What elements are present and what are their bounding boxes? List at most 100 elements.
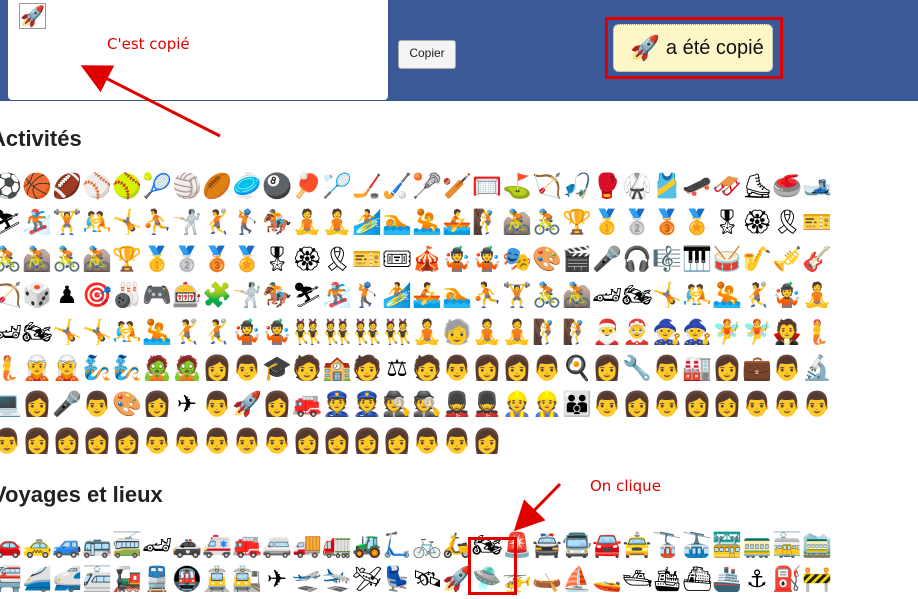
emoji-button[interactable]: 💂 [472, 389, 502, 419]
emoji-button[interactable]: 🎫 [352, 244, 382, 274]
emoji-button[interactable]: 🕵 [382, 389, 412, 419]
emoji-button[interactable]: 🤹 [772, 280, 802, 310]
emoji-button[interactable]: 👩 [22, 389, 52, 419]
emoji-button[interactable]: 🚣 [412, 280, 442, 310]
emoji-button[interactable]: 👨 [232, 353, 262, 383]
emoji-button[interactable]: 🚖 [622, 530, 652, 560]
emoji-button[interactable]: 👨 [772, 389, 802, 419]
emoji-button[interactable]: 👨 [532, 353, 562, 383]
emoji-button[interactable]: 👨 [202, 426, 232, 456]
emoji-button[interactable]: 🧟 [172, 353, 202, 383]
emoji-button[interactable]: 👨 [592, 389, 622, 419]
emoji-button[interactable]: 🎖 [712, 207, 742, 237]
emoji-button[interactable]: 🤾 [172, 317, 202, 347]
emoji-button[interactable]: 🛩 [352, 564, 382, 594]
emoji-button[interactable]: 🏄 [352, 207, 382, 237]
emoji-button[interactable]: 🎽 [652, 171, 682, 201]
emoji-button[interactable]: 👩 [472, 426, 502, 456]
emoji-button[interactable]: 👩 [292, 426, 322, 456]
emoji-button[interactable]: 🤹 [262, 317, 292, 347]
emoji-button[interactable]: 🚈 [82, 564, 112, 594]
emoji-button[interactable]: 🏀 [22, 171, 52, 201]
emoji-button[interactable]: 🏌 [232, 207, 262, 237]
emoji-button[interactable]: 🤼 [682, 280, 712, 310]
emoji-button[interactable]: 🏂 [322, 280, 352, 310]
emoji-button[interactable]: 👩 [262, 389, 292, 419]
emoji-button[interactable]: 🤽 [412, 207, 442, 237]
emoji-button[interactable]: 🔧 [622, 353, 652, 383]
emoji-button[interactable]: 🧘 [412, 317, 442, 347]
emoji-button[interactable]: 🚗 [0, 530, 22, 560]
emoji-button[interactable]: 💼 [742, 353, 772, 383]
emoji-button[interactable]: 🎣 [562, 171, 592, 201]
emoji-button[interactable]: 👨 [232, 426, 262, 456]
emoji-button[interactable]: 🚋 [772, 530, 802, 560]
emoji-button[interactable]: 🚵 [502, 207, 532, 237]
emoji-button[interactable]: 🧟 [142, 353, 172, 383]
emoji-button[interactable]: 🚴 [532, 207, 562, 237]
emoji-button[interactable]: 👩 [142, 389, 172, 419]
emoji-button[interactable]: 🚀 [232, 389, 262, 419]
emoji-button[interactable]: 👨 [772, 353, 802, 383]
emoji-button[interactable]: 🏋 [52, 207, 82, 237]
emoji-button[interactable]: 👩 [472, 353, 502, 383]
emoji-button[interactable]: 💻 [0, 389, 22, 419]
emoji-button[interactable]: ⛷ [292, 280, 322, 310]
emoji-button[interactable]: 🏵 [742, 207, 772, 237]
emoji-button[interactable]: 🚅 [52, 564, 82, 594]
emoji-button[interactable]: 🚒 [232, 530, 262, 560]
emoji-button[interactable]: 👩 [22, 426, 52, 456]
emoji-button[interactable]: 🚇 [172, 564, 202, 594]
emoji-button[interactable]: 🤸 [82, 317, 112, 347]
emoji-button[interactable]: 🎤 [592, 244, 622, 274]
emoji-button[interactable]: 🚢 [712, 564, 742, 594]
emoji-button[interactable]: 🚤 [592, 564, 622, 594]
emoji-button[interactable]: 🥎 [112, 171, 142, 201]
emoji-button[interactable]: 👯 [322, 317, 352, 347]
emoji-button[interactable]: 👨 [652, 389, 682, 419]
emoji-button[interactable]: 🛥 [622, 564, 652, 594]
emoji-button[interactable]: 🎗 [772, 207, 802, 237]
emoji-button[interactable]: 🧞 [112, 353, 142, 383]
emoji-button[interactable]: 👩 [712, 353, 742, 383]
emoji-button[interactable]: 🧚 [712, 317, 742, 347]
emoji-button[interactable]: 🥇 [592, 207, 622, 237]
emoji-button[interactable]: 🏉 [202, 171, 232, 201]
emoji-button[interactable]: 🥏 [232, 171, 262, 201]
emoji-button[interactable]: 🏊 [442, 280, 472, 310]
emoji-button[interactable]: 🎨 [112, 389, 142, 419]
emoji-button[interactable]: 👩 [712, 389, 742, 419]
emoji-button[interactable]: 💺 [382, 564, 412, 594]
emoji-button[interactable]: 👮 [322, 389, 352, 419]
emoji-button[interactable]: 👨 [202, 389, 232, 419]
emoji-button[interactable]: 👩 [322, 426, 352, 456]
emoji-button[interactable]: 🎓 [262, 353, 292, 383]
emoji-button[interactable]: 🥍 [412, 171, 442, 201]
emoji-button[interactable]: 🎼 [652, 244, 682, 274]
emoji-button[interactable]: 🧞 [82, 353, 112, 383]
emoji-button[interactable]: 🎫 [802, 207, 832, 237]
emoji-button[interactable]: 🤶 [622, 317, 652, 347]
emoji-button[interactable]: 🥈 [172, 244, 202, 274]
emoji-button[interactable]: 🚴 [52, 244, 82, 274]
copy-button[interactable]: Copier [398, 40, 456, 69]
emoji-button[interactable]: 🎷 [742, 244, 772, 274]
emoji-button[interactable]: 🚉 [232, 564, 262, 594]
emoji-button[interactable]: 🏄 [382, 280, 412, 310]
emoji-button[interactable]: 🚎 [112, 530, 142, 560]
emoji-button[interactable]: 🧑 [352, 353, 382, 383]
emoji-button[interactable]: 👷 [532, 389, 562, 419]
emoji-button[interactable]: 👨 [412, 426, 442, 456]
emoji-button[interactable]: 🚐 [262, 530, 292, 560]
emoji-button[interactable]: 👩 [502, 353, 532, 383]
emoji-button[interactable]: 🏐 [172, 171, 202, 201]
emoji-button[interactable]: ⚓ [742, 564, 772, 594]
emoji-button[interactable]: 🤹 [442, 244, 472, 274]
emoji-button[interactable]: 🚧 [802, 564, 832, 594]
emoji-button[interactable]: 🚴 [0, 244, 22, 274]
emoji-button[interactable]: 🎳 [112, 280, 142, 310]
emoji-button[interactable]: 🎖 [262, 244, 292, 274]
emoji-button[interactable]: 🏆 [112, 244, 142, 274]
emoji-button[interactable]: 🎟 [382, 244, 412, 274]
emoji-button[interactable]: 🏊 [382, 207, 412, 237]
